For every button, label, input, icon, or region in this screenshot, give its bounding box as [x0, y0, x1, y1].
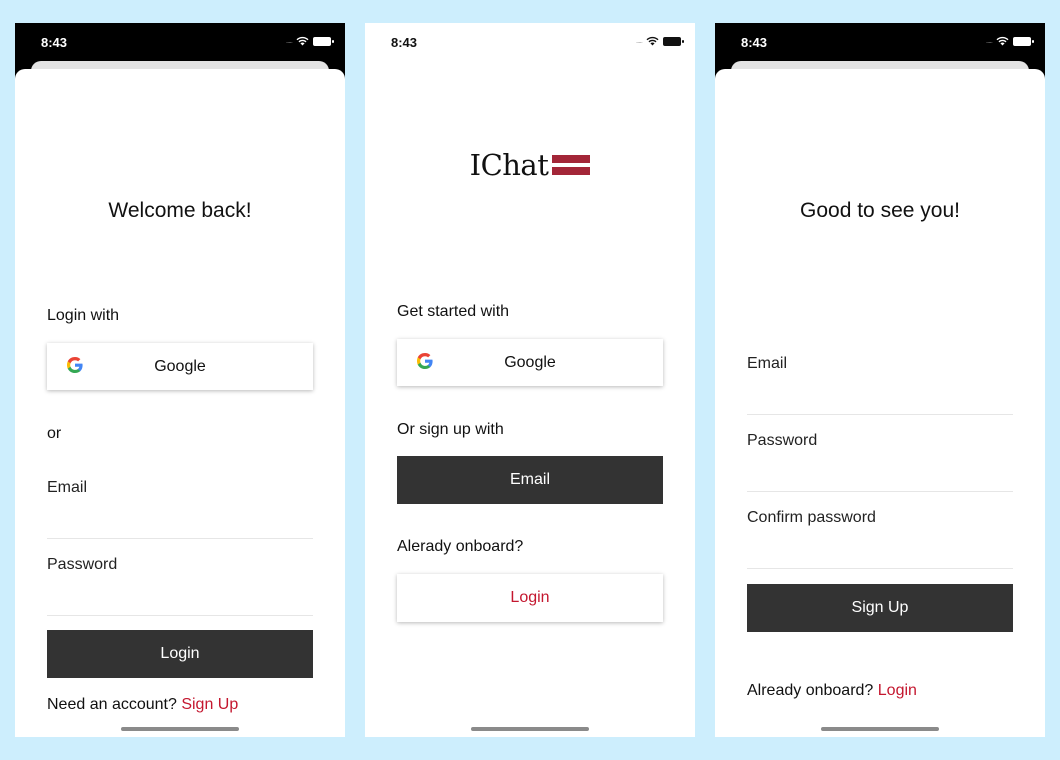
page-title: Good to see you!: [800, 199, 960, 222]
signal-icon: .....: [985, 36, 993, 45]
or-signup-label: Or sign up with: [397, 421, 504, 438]
login-screen: 8:43 ..... Welcome back! Login with Goog…: [15, 23, 345, 737]
page-title: Welcome back!: [108, 199, 252, 222]
wifi-icon: [646, 36, 659, 46]
google-icon: [417, 353, 433, 369]
confirm-password-field[interactable]: Confirm password: [747, 509, 1013, 569]
status-icons: .....: [285, 36, 334, 46]
wifi-icon: [996, 36, 1009, 46]
password-placeholder: Password: [47, 556, 118, 573]
confirm-password-placeholder: Confirm password: [747, 509, 876, 526]
status-bar: 8:43 .....: [15, 23, 345, 63]
password-field[interactable]: Password: [747, 432, 1013, 492]
email-field[interactable]: Email: [747, 355, 1013, 415]
signup-screen: 8:43 ..... Good to see you! Email Passwo…: [715, 23, 1045, 737]
status-time: 8:43: [741, 35, 768, 50]
battery-icon: [1013, 36, 1034, 46]
or-label: or: [47, 425, 62, 442]
login-prompt: Already onboard? Login: [747, 682, 917, 700]
signup-button[interactable]: Sign Up: [747, 584, 1013, 632]
google-button-label: Google: [504, 353, 556, 371]
logo-text: IChat: [469, 148, 549, 182]
app-logo: IChat: [365, 148, 695, 182]
battery-icon: [663, 36, 684, 46]
email-field[interactable]: Email: [47, 479, 313, 539]
home-indicator: [121, 727, 239, 731]
already-onboard-text: Already onboard?: [747, 682, 874, 699]
email-placeholder: Email: [747, 355, 788, 372]
status-time: 8:43: [391, 35, 418, 50]
modal-sheet: Welcome back! Login with Google or Email…: [15, 69, 345, 737]
status-bar: 8:43 .....: [715, 23, 1045, 63]
home-indicator: [821, 727, 939, 731]
email-signup-button[interactable]: Email: [397, 456, 663, 504]
login-button[interactable]: Login: [397, 574, 663, 622]
google-button-label: Google: [154, 357, 206, 375]
get-started-label: Get started with: [397, 303, 510, 320]
login-with-label: Login with: [47, 307, 120, 324]
google-signup-button[interactable]: Google: [397, 339, 663, 386]
welcome-screen: 8:43 ..... IChat Get started with Google…: [365, 23, 695, 737]
wifi-icon: [296, 36, 309, 46]
already-onboard-label: Alerady onboard?: [397, 538, 524, 555]
google-icon: [67, 357, 83, 373]
password-placeholder: Password: [747, 432, 818, 449]
password-field[interactable]: Password: [47, 556, 313, 616]
signal-icon: .....: [285, 36, 293, 45]
status-bar: 8:43 .....: [365, 23, 695, 63]
google-login-button[interactable]: Google: [47, 343, 313, 390]
modal-sheet: Good to see you! Email Password Confirm …: [715, 69, 1045, 737]
login-button[interactable]: Login: [47, 630, 313, 678]
home-indicator: [471, 727, 589, 731]
need-account-text: Need an account?: [47, 696, 177, 713]
status-icons: .....: [635, 36, 684, 46]
flag-icon: [552, 155, 591, 175]
signup-link[interactable]: Sign Up: [181, 696, 238, 713]
battery-icon: [313, 36, 334, 46]
login-link[interactable]: Login: [878, 682, 917, 699]
email-placeholder: Email: [47, 479, 88, 496]
status-icons: .....: [985, 36, 1034, 46]
signal-icon: .....: [635, 36, 643, 45]
status-time: 8:43: [41, 35, 68, 50]
signup-prompt: Need an account? Sign Up: [47, 696, 238, 714]
